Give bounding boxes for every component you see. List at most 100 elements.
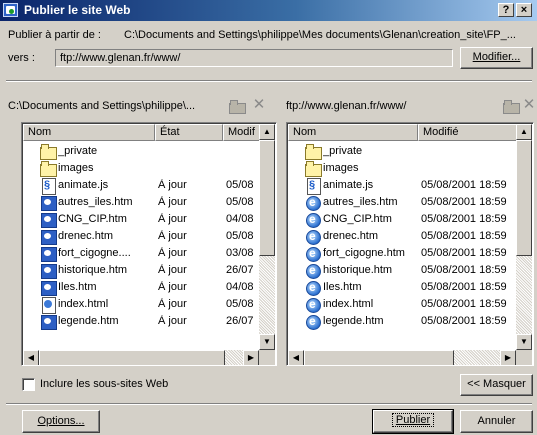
file-modified: 05/08/2001 18:59	[421, 281, 507, 293]
script-file-icon	[305, 178, 321, 195]
folder-icon	[305, 144, 322, 160]
file-modified: 05/08	[226, 298, 254, 310]
file-modified: 05/08/2001 18:59	[421, 247, 507, 259]
vertical-scrollbar[interactable]: ▲ ▼	[516, 124, 532, 350]
list-item[interactable]: fort_cigogne.htm 05/08/2001 18:59	[291, 245, 515, 262]
hide-button[interactable]: << Masquer	[460, 374, 533, 396]
column-header-modified[interactable]: Modif	[223, 124, 260, 141]
local-path-label: C:\Documents and Settings\philippe\...	[8, 100, 196, 112]
file-modified: 04/08	[226, 213, 254, 225]
folder-icon	[40, 144, 57, 160]
script-file-icon	[40, 178, 56, 195]
scroll-left-icon[interactable]: ◀	[288, 350, 304, 365]
list-item[interactable]: autres_iles.htm À jour 05/08	[26, 194, 258, 211]
file-name: CNG_CIP.htm	[323, 213, 392, 225]
separator	[6, 80, 532, 82]
column-header-modified[interactable]: Modifié	[418, 124, 517, 141]
delete-icon[interactable]: ✕	[251, 97, 267, 113]
file-name: _private	[58, 145, 98, 157]
options-button-label: Options...	[37, 415, 85, 427]
list-item[interactable]: index.html À jour 05/08	[26, 296, 258, 314]
scroll-right-icon[interactable]: ▶	[500, 350, 516, 365]
publish-site-dialog: Publier le site Web ? × Publier à partir…	[0, 0, 537, 435]
scroll-up-icon[interactable]: ▲	[259, 124, 275, 140]
scroll-up-icon[interactable]: ▲	[516, 124, 532, 140]
file-state: À jour	[158, 213, 187, 225]
list-item[interactable]: CNG_CIP.htm À jour 04/08	[26, 211, 258, 228]
include-subsites-checkbox[interactable]	[22, 378, 35, 391]
list-item[interactable]: _private	[26, 143, 258, 160]
file-state: À jour	[158, 315, 187, 327]
list-item[interactable]: drenec.htm À jour 05/08	[26, 228, 258, 245]
scroll-thumb[interactable]	[259, 140, 275, 256]
title-bar[interactable]: Publier le site Web ? ×	[0, 0, 537, 21]
file-name: images	[323, 162, 359, 174]
source-label: Publier à partir de :	[8, 29, 101, 41]
file-name: CNG_CIP.htm	[58, 213, 127, 225]
list-item[interactable]: fort_cigogne.... À jour 03/08	[26, 245, 258, 262]
file-modified: 04/08	[226, 281, 254, 293]
file-modified: 05/08/2001 18:59	[421, 179, 507, 191]
destination-field: ftp://www.glenan.fr/www/	[55, 49, 453, 67]
list-item[interactable]: CNG_CIP.htm 05/08/2001 18:59	[291, 211, 515, 228]
close-button[interactable]: ×	[516, 3, 532, 17]
list-item[interactable]: Iles.htm À jour 04/08	[26, 279, 258, 296]
list-item[interactable]: images	[26, 160, 258, 177]
file-name: index.html	[323, 298, 374, 310]
file-modified: 03/08	[226, 247, 254, 259]
local-file-list[interactable]: Nom État Modif _privateimages animate.js À…	[21, 122, 277, 366]
scroll-thumb[interactable]	[516, 140, 532, 256]
scroll-thumb[interactable]	[39, 350, 225, 365]
destination-label: vers :	[8, 52, 35, 64]
file-modified: 05/08/2001 18:59	[421, 213, 507, 225]
options-button[interactable]: Options...	[22, 410, 100, 433]
delete-icon[interactable]: ✕	[521, 97, 537, 113]
file-name: animate.js	[323, 179, 374, 191]
scroll-left-icon[interactable]: ◀	[23, 350, 39, 365]
ie-page-icon	[305, 314, 321, 330]
scroll-down-icon[interactable]: ▼	[516, 334, 532, 350]
help-button[interactable]: ?	[498, 3, 514, 17]
list-item[interactable]: animate.js 05/08/2001 18:59	[291, 177, 515, 195]
list-item[interactable]: drenec.htm 05/08/2001 18:59	[291, 228, 515, 245]
remote-file-list[interactable]: Nom Modifié _privateimages animate.js 05/0…	[286, 122, 534, 366]
scroll-thumb[interactable]	[304, 350, 454, 365]
modify-button[interactable]: Modifier...	[460, 47, 533, 69]
list-item[interactable]: Iles.htm 05/08/2001 18:59	[291, 279, 515, 296]
list-item[interactable]: images	[291, 160, 515, 177]
file-modified: 26/07	[226, 315, 254, 327]
horizontal-scrollbar[interactable]: ◀ ▶	[23, 350, 259, 365]
file-state: À jour	[158, 281, 187, 293]
file-state: À jour	[158, 179, 187, 191]
list-item[interactable]: index.html 05/08/2001 18:59	[291, 296, 515, 313]
folder-up-icon[interactable]	[229, 100, 246, 114]
cancel-button[interactable]: Annuler	[460, 410, 533, 433]
scroll-right-icon[interactable]: ▶	[243, 350, 259, 365]
file-state: À jour	[158, 298, 187, 310]
file-name: images	[58, 162, 94, 174]
list-item[interactable]: _private	[291, 143, 515, 160]
column-header-name[interactable]: Nom	[288, 124, 418, 141]
column-header-name[interactable]: Nom	[23, 124, 155, 141]
file-state: À jour	[158, 247, 187, 259]
list-item[interactable]: historique.htm 05/08/2001 18:59	[291, 262, 515, 279]
include-subsites-label[interactable]: Inclure les sous-sites Web	[40, 378, 168, 390]
publish-button[interactable]: Publier	[372, 409, 454, 434]
list-item[interactable]: legende.htm À jour 26/07	[26, 313, 258, 330]
list-item[interactable]: historique.htm À jour 26/07	[26, 262, 258, 279]
list-item[interactable]: legende.htm 05/08/2001 18:59	[291, 313, 515, 330]
vertical-scrollbar[interactable]: ▲ ▼	[259, 124, 275, 350]
modify-button-label: Modifier...	[472, 51, 521, 63]
file-name: autres_iles.htm	[323, 196, 398, 208]
folder-up-icon[interactable]	[503, 100, 520, 114]
column-header-state[interactable]: État	[155, 124, 223, 141]
ie-page-icon	[305, 263, 321, 279]
publish-web-icon	[3, 3, 18, 17]
list-item[interactable]: animate.js À jour 05/08	[26, 177, 258, 195]
file-modified: 05/08/2001 18:59	[421, 264, 507, 276]
scroll-down-icon[interactable]: ▼	[259, 334, 275, 350]
file-modified: 05/08/2001 18:59	[421, 315, 507, 327]
ie-page-icon	[305, 297, 321, 313]
horizontal-scrollbar[interactable]: ◀ ▶	[288, 350, 516, 365]
list-item[interactable]: autres_iles.htm 05/08/2001 18:59	[291, 194, 515, 211]
